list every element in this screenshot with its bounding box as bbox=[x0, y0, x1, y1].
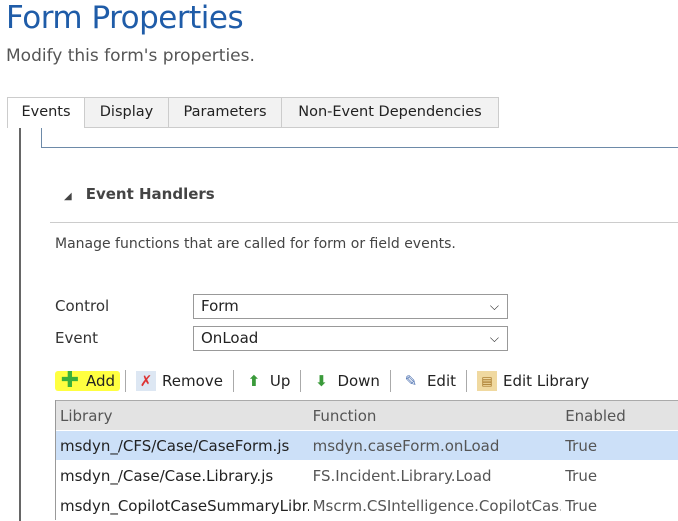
library-cell: msdyn_CopilotCaseSummaryLibr... bbox=[60, 497, 309, 515]
table-row[interactable]: msdyn_CopilotCaseSummaryLibr... Mscrm.CS… bbox=[56, 490, 678, 520]
library-cell: msdyn_/Case/Case.Library.js bbox=[60, 467, 274, 485]
event-label: Event bbox=[55, 329, 98, 347]
table-header: Library Function Enabled bbox=[56, 400, 678, 430]
panel-divider bbox=[41, 128, 42, 148]
add-label: Add bbox=[86, 372, 116, 390]
toolbar-divider bbox=[466, 370, 468, 392]
toolbar-divider bbox=[232, 370, 234, 392]
event-handlers-header[interactable]: ◢ Event Handlers bbox=[64, 185, 215, 203]
remove-label: Remove bbox=[162, 372, 223, 390]
chevron-down-icon: ⌵ bbox=[489, 299, 499, 313]
edit-library-button[interactable]: ▤ Edit Library bbox=[472, 371, 594, 391]
library-cell: msdyn_/CFS/Case/CaseForm.js bbox=[60, 437, 290, 455]
section-description: Manage functions that are called for for… bbox=[55, 236, 456, 252]
page-subtitle: Modify this form's properties. bbox=[6, 46, 255, 66]
toolbar: ✚ Add ✗ Remove ⬆ Up ⬇ Down ✎ Edit ▤ Edit Libra… bbox=[55, 366, 594, 396]
toolbar-divider bbox=[125, 370, 127, 392]
control-value: Form bbox=[201, 297, 239, 315]
remove-icon: ✗ bbox=[136, 371, 157, 391]
control-select[interactable]: Form ⌵ bbox=[193, 294, 508, 319]
event-select[interactable]: OnLoad ⌵ bbox=[193, 326, 508, 351]
chevron-down-icon: ⌵ bbox=[489, 331, 499, 345]
tab-parameters[interactable]: Parameters bbox=[168, 97, 282, 128]
toolbar-divider bbox=[389, 370, 391, 392]
page-title: Form Properties bbox=[6, 0, 244, 36]
remove-button[interactable]: ✗ Remove bbox=[131, 371, 228, 391]
tab-non-event-dependencies[interactable]: Non-Event Dependencies bbox=[281, 97, 499, 128]
arrow-up-icon: ⬆ bbox=[247, 372, 261, 390]
down-label: Down bbox=[337, 372, 380, 390]
event-value: OnLoad bbox=[201, 329, 259, 347]
function-cell: FS.Incident.Library.Load bbox=[312, 467, 492, 485]
enabled-cell: True bbox=[565, 437, 598, 455]
function-cell: msdyn.caseForm.onLoad bbox=[312, 437, 500, 455]
edit-library-label: Edit Library bbox=[503, 372, 590, 390]
down-button[interactable]: ⬇ Down bbox=[306, 371, 385, 391]
section-title: Event Handlers bbox=[85, 185, 215, 203]
plus-icon: ✚ bbox=[60, 368, 80, 393]
control-label: Control bbox=[55, 297, 110, 315]
enabled-cell: True bbox=[565, 467, 598, 485]
function-cell: Mscrm.CSIntelligence.CopilotCas... bbox=[312, 497, 562, 515]
tab-events[interactable]: Events bbox=[7, 97, 85, 128]
tab-display[interactable]: Display bbox=[84, 97, 169, 128]
panel-border bbox=[19, 128, 21, 521]
collapse-triangle-icon[interactable]: ◢ bbox=[64, 191, 72, 202]
column-header-library[interactable]: Library bbox=[56, 401, 309, 430]
section-separator bbox=[50, 222, 678, 223]
up-button[interactable]: ⬆ Up bbox=[239, 371, 296, 391]
library-icon: ▤ bbox=[477, 371, 498, 391]
edit-icon: ✎ bbox=[404, 372, 418, 390]
edit-label: Edit bbox=[426, 372, 457, 390]
up-label: Up bbox=[269, 372, 291, 390]
column-header-enabled[interactable]: Enabled bbox=[561, 401, 678, 430]
edit-button[interactable]: ✎ Edit bbox=[396, 371, 461, 391]
arrow-down-icon: ⬇ bbox=[315, 372, 328, 390]
column-header-function[interactable]: Function bbox=[309, 401, 562, 430]
enabled-cell: True bbox=[565, 497, 598, 515]
table-row[interactable]: msdyn_/CFS/Case/CaseForm.js msdyn.caseFo… bbox=[56, 430, 678, 460]
add-button[interactable]: ✚ Add bbox=[55, 368, 121, 393]
table-row[interactable]: msdyn_/Case/Case.Library.js FS.Incident.… bbox=[56, 460, 678, 490]
toolbar-divider bbox=[300, 370, 302, 392]
event-handlers-table: Library Function Enabled msdyn_/CFS/Case… bbox=[55, 400, 678, 520]
panel-divider bbox=[41, 147, 678, 148]
